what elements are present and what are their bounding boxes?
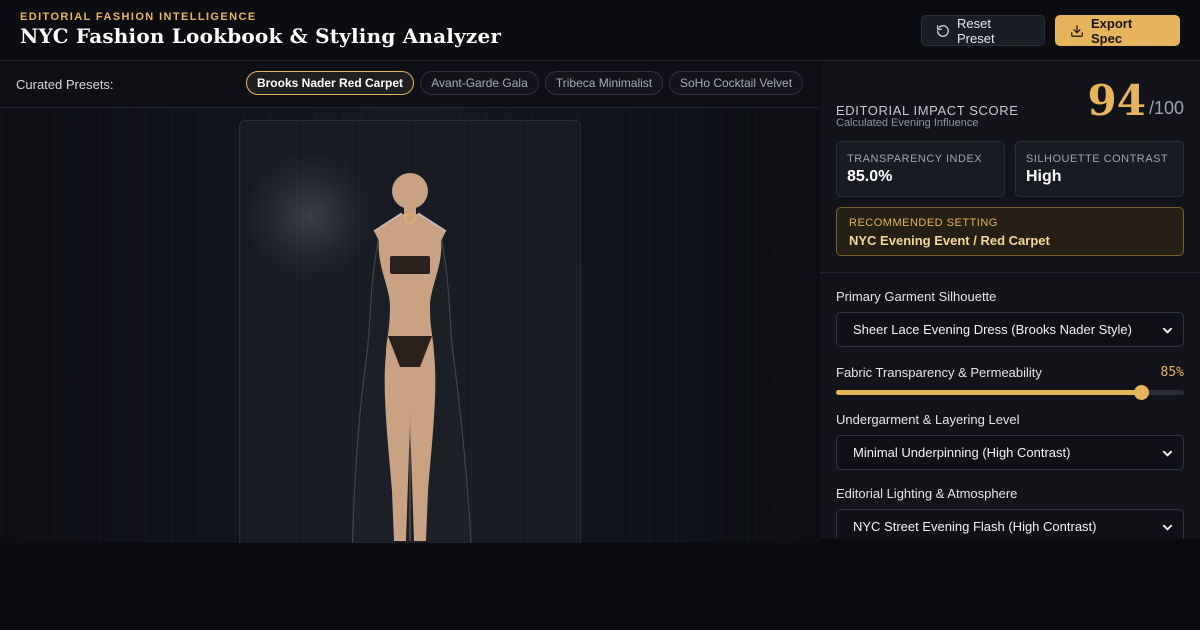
mannequin-figure [351,173,472,543]
reset-preset-button[interactable]: Reset Preset [921,15,1045,46]
preset-chip-soho[interactable]: SoHo Cocktail Velvet [669,71,803,95]
undergarment-label: Undergarment & Layering Level [836,412,1020,427]
preset-chip-avant-garde[interactable]: Avant-Garde Gala [420,71,539,95]
transparency-index-card: TRANSPARENCY INDEX 85.0% [836,141,1005,197]
transparency-label: Fabric Transparency & Permeability [836,365,1042,380]
chevron-down-icon [1162,327,1173,334]
silhouette-label: Primary Garment Silhouette [836,289,997,304]
impact-score-label: EDITORIAL IMPACT SCORE [836,103,1019,118]
presets-label: Curated Presets: [16,77,114,92]
stat-label: TRANSPARENCY INDEX [847,153,983,165]
app-header: EDITORIAL FASHION INTELLIGENCE NYC Fashi… [0,0,1200,61]
stat-label: SILHOUETTE CONTRAST [1026,153,1169,165]
stat-value: High [1026,168,1062,185]
download-icon [1071,24,1083,37]
chevron-down-icon [1162,524,1173,531]
silhouette-select[interactable]: Sheer Lace Evening Dress (Brooks Nader S… [836,312,1184,347]
lighting-select-value: NYC Street Evening Flash (High Contrast) [853,519,1097,534]
recommended-value: NYC Evening Event / Red Carpet [849,233,1050,248]
lookbook-card [239,120,581,543]
app-title: NYC Fashion Lookbook & Styling Analyzer [20,24,502,48]
undergarment-select[interactable]: Minimal Underpinning (High Contrast) [836,435,1184,470]
silhouette-select-value: Sheer Lace Evening Dress (Brooks Nader S… [853,322,1132,337]
app-kicker: EDITORIAL FASHION INTELLIGENCE [20,11,257,23]
transparency-slider[interactable] [836,385,1184,400]
preset-bar: Curated Presets: Brooks Nader Red Carpet… [0,61,819,108]
recommended-setting: RECOMMENDED SETTING NYC Evening Event / … [836,207,1184,256]
transparency-slider-fill [836,390,1141,395]
bralette-underpinning [390,256,430,274]
preview-panel: Curated Presets: Brooks Nader Red Carpet… [0,61,819,543]
preview-stage [0,108,819,543]
mannequin-head [392,173,428,209]
score-block: EDITORIAL IMPACT SCORE Calculated Evenin… [820,61,1200,273]
silhouette-contrast-card: SILHOUETTE CONTRAST High [1015,141,1184,197]
transparency-value: 85% [1160,365,1184,380]
impact-score-max: /100 [1148,98,1184,118]
lighting-label: Editorial Lighting & Atmosphere [836,486,1018,501]
recommended-label: RECOMMENDED SETTING [849,217,998,229]
export-spec-button[interactable]: Export Spec [1055,15,1180,46]
reset-preset-label: Reset Preset [957,15,995,46]
empty-footer-area [0,543,1200,630]
lighting-select[interactable]: NYC Street Evening Flash (High Contrast) [836,509,1184,539]
impact-score-sublabel: Calculated Evening Influence [836,117,979,129]
stat-value: 85.0% [847,168,893,185]
preset-chip-brooks-nader[interactable]: Brooks Nader Red Carpet [246,71,414,95]
undergarment-select-value: Minimal Underpinning (High Contrast) [853,445,1071,460]
transparency-slider-thumb[interactable] [1133,385,1149,400]
export-spec-label: Export Spec [1091,15,1133,46]
chevron-down-icon [1162,450,1173,457]
impact-score-value: 94 [1087,76,1146,125]
reset-icon [937,24,949,37]
analysis-panel: EDITORIAL IMPACT SCORE Calculated Evenin… [820,61,1200,539]
preset-chip-tribeca[interactable]: Tribeca Minimalist [545,71,663,95]
